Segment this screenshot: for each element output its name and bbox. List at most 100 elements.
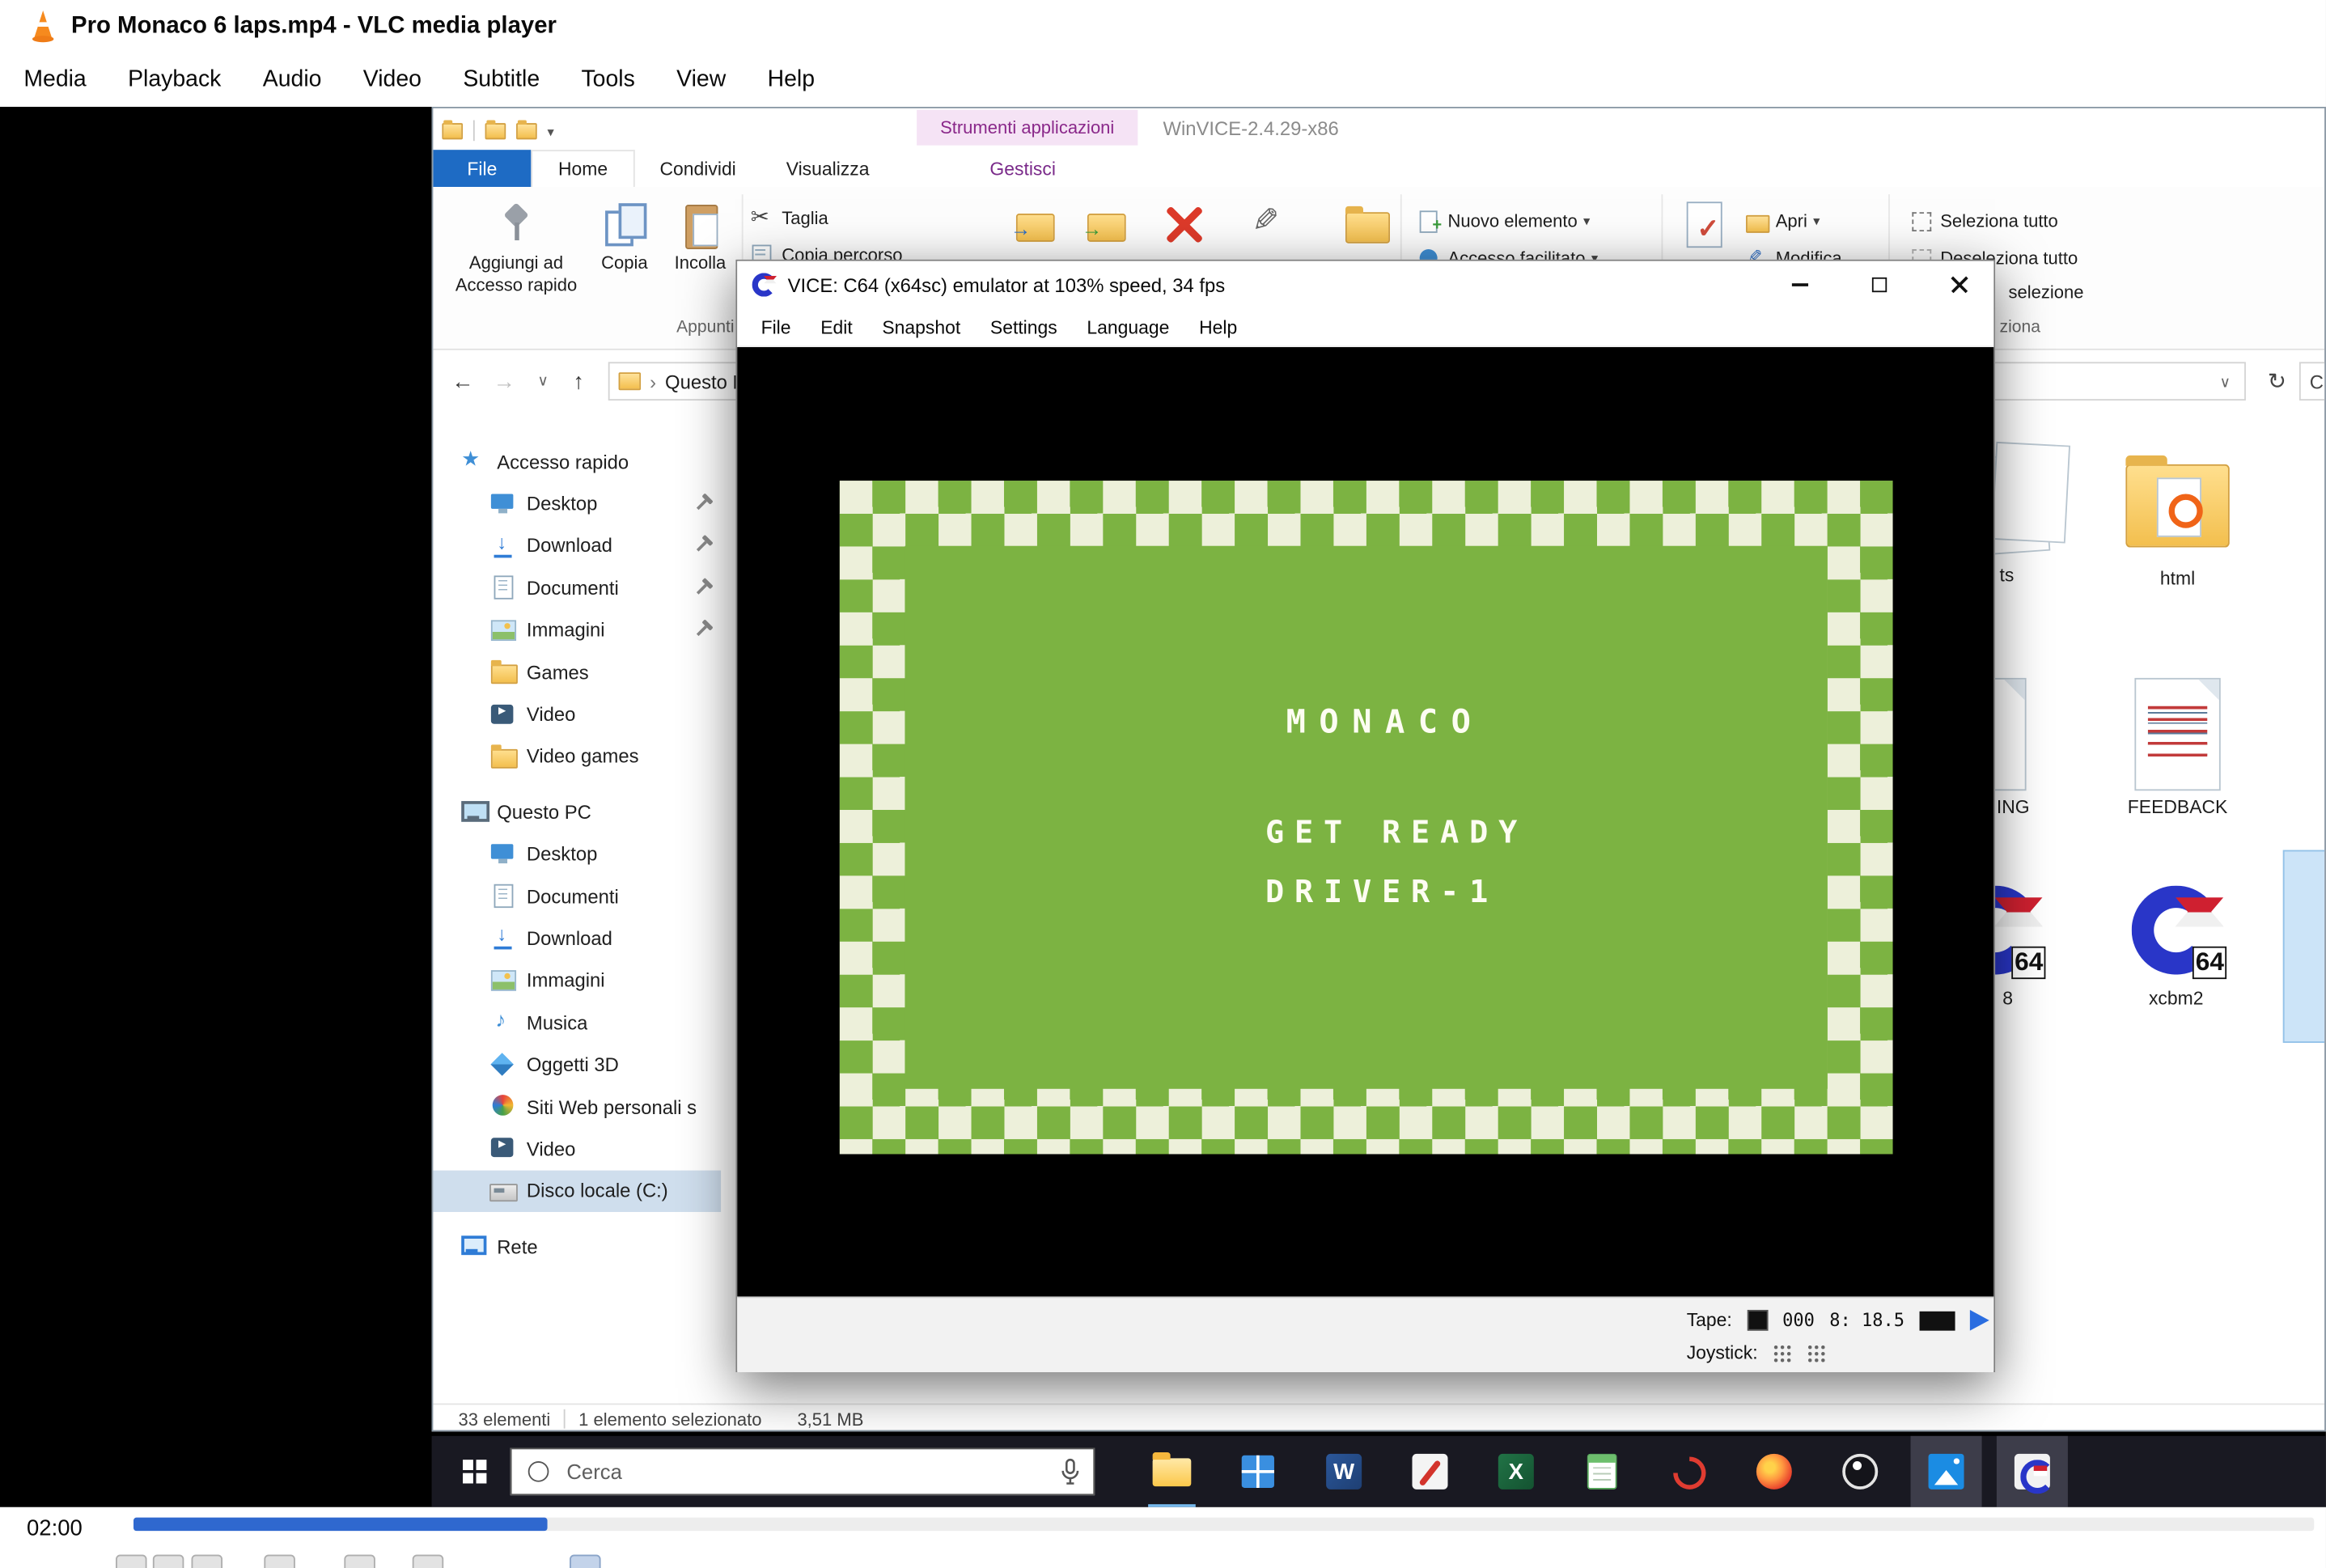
- taskbar-pen-app-button[interactable]: [1394, 1436, 1465, 1507]
- properties-shortcut-icon[interactable]: [485, 122, 506, 138]
- file-item-feedback[interactable]: FEEDBACK: [2114, 672, 2242, 818]
- tab-condividi[interactable]: Condividi: [635, 150, 761, 187]
- vlc-control-button[interactable]: [413, 1555, 444, 1568]
- taskbar-photos-button[interactable]: [1911, 1436, 1982, 1507]
- taskbar-explorer-button[interactable]: [1136, 1436, 1207, 1507]
- vlc-menu-audio[interactable]: Audio: [242, 57, 342, 104]
- file-item-selected-partial[interactable]: [2283, 850, 2326, 1043]
- file-item-html[interactable]: html: [2114, 432, 2242, 589]
- taskbar-excel-button[interactable]: [1481, 1436, 1552, 1507]
- explorer-search-box[interactable]: C: [2299, 362, 2326, 400]
- taskbar-firefox-button[interactable]: [1739, 1436, 1810, 1507]
- tape-motor-icon[interactable]: [1747, 1310, 1768, 1331]
- taskbar-app-grid-button[interactable]: [1222, 1436, 1294, 1507]
- sidebar-item-download[interactable]: Download: [433, 917, 721, 960]
- minimize-button[interactable]: [1767, 261, 1832, 307]
- up-button[interactable]: [561, 362, 596, 400]
- sidebar-item-download[interactable]: Download: [433, 525, 721, 567]
- sidebar-item-video[interactable]: Video: [433, 693, 721, 735]
- sidebar-item-label: Oggetti 3D: [527, 1053, 619, 1076]
- vlc-progress-bar[interactable]: [133, 1518, 2314, 1532]
- sidebar-item-video-games[interactable]: Video games: [433, 735, 721, 778]
- sidebar-item-disco-locale-c[interactable]: Disco locale (C:): [433, 1170, 721, 1212]
- sidebar-item-immagini[interactable]: Immagini: [433, 609, 721, 651]
- vlc-control-button[interactable]: [344, 1555, 375, 1568]
- back-button[interactable]: [445, 362, 481, 400]
- vice-menu-edit[interactable]: Edit: [806, 311, 867, 343]
- sidebar-item-immagini[interactable]: Immagini: [433, 960, 721, 1002]
- vice-menu-language[interactable]: Language: [1072, 311, 1184, 343]
- forward-button[interactable]: [486, 362, 522, 400]
- tape-counter: 000: [1782, 1310, 1815, 1331]
- item-count: 33 elementi: [459, 1409, 551, 1430]
- copy-button[interactable]: Copia: [591, 193, 659, 344]
- vlc-menu-media[interactable]: Media: [3, 57, 108, 104]
- search-text: C: [2310, 370, 2324, 392]
- maximize-button[interactable]: [1847, 261, 1913, 307]
- vice-menu-file[interactable]: File: [746, 311, 806, 343]
- vlc-menu-subtitle[interactable]: Subtitle: [443, 57, 561, 104]
- cut-button[interactable]: Taglia: [751, 201, 828, 234]
- invert-selection-button[interactable]: selezione: [2009, 282, 2084, 303]
- breadcrumb-separator-icon: ›: [650, 370, 656, 392]
- taskbar-search-box[interactable]: [511, 1447, 1095, 1495]
- vlc-control-button[interactable]: [570, 1555, 601, 1568]
- recent-locations-button[interactable]: [525, 362, 561, 400]
- tab-visualizza[interactable]: Visualizza: [761, 150, 895, 187]
- taskbar-notepad-button[interactable]: [1566, 1436, 1638, 1507]
- vice-menu-help[interactable]: Help: [1184, 311, 1252, 343]
- vlc-menu-video[interactable]: Video: [342, 57, 443, 104]
- vlc-control-button[interactable]: [116, 1555, 147, 1568]
- qat-customize-button[interactable]: [548, 117, 554, 144]
- open-button[interactable]: Apri: [1744, 205, 1820, 237]
- vlc-control-button[interactable]: [264, 1555, 295, 1568]
- tab-file[interactable]: File: [433, 150, 531, 187]
- taskbar-word-button[interactable]: [1308, 1436, 1379, 1507]
- pin-to-quick-access-button[interactable]: Aggiungi ad Accesso rapido: [447, 193, 586, 344]
- new-item-button[interactable]: Nuovo elemento: [1417, 205, 1590, 237]
- taskbar-vice-button[interactable]: [1997, 1436, 2068, 1507]
- excel-icon: [1498, 1454, 1534, 1490]
- sidebar-item-accesso-rapido[interactable]: Accesso rapido: [433, 441, 721, 483]
- vlc-video-area[interactable]: Strumenti applicazioni WinVICE-2.4.29-x8…: [0, 107, 2326, 1507]
- vice-titlebar[interactable]: VICE: C64 (x64sc) emulator at 103% speed…: [737, 261, 1993, 309]
- delete-x-icon: [1159, 199, 1209, 249]
- sidebar-item-games[interactable]: Games: [433, 651, 721, 693]
- tab-home[interactable]: Home: [531, 150, 634, 187]
- search-input[interactable]: [564, 1458, 1061, 1485]
- notepad-icon: [1587, 1454, 1617, 1490]
- sidebar-item-video[interactable]: Video: [433, 1128, 721, 1170]
- start-button[interactable]: [439, 1436, 511, 1507]
- vlc-control-button[interactable]: [153, 1555, 184, 1568]
- taskbar-obs-button[interactable]: [1824, 1436, 1896, 1507]
- sidebar-item-musica[interactable]: Musica: [433, 1002, 721, 1044]
- vlc-menu-view[interactable]: View: [655, 57, 746, 104]
- vlc-menu-tools[interactable]: Tools: [561, 57, 656, 104]
- sidebar-item-documenti[interactable]: Documenti: [433, 875, 721, 917]
- close-button[interactable]: [1927, 261, 1993, 307]
- sidebar-item-oggetti-3d[interactable]: Oggetti 3D: [433, 1044, 721, 1086]
- microphone-icon[interactable]: [1061, 1457, 1080, 1485]
- sidebar-item-desktop[interactable]: Desktop: [433, 833, 721, 875]
- sidebar-item-desktop[interactable]: Desktop: [433, 483, 721, 525]
- vlc-menu-help[interactable]: Help: [747, 57, 836, 104]
- new-folder-shortcut-icon[interactable]: [516, 122, 537, 138]
- taskbar-red-swoosh-button[interactable]: [1653, 1436, 1724, 1507]
- vlc-menu-playback[interactable]: Playback: [107, 57, 242, 104]
- sidebar-item-questo-pc[interactable]: Questo PC: [433, 790, 721, 833]
- refresh-button[interactable]: [2260, 363, 2293, 399]
- tab-gestisci[interactable]: Gestisci: [960, 150, 1086, 187]
- select-all-button[interactable]: Seleziona tutto: [1909, 205, 2058, 237]
- vice-menu-settings[interactable]: Settings: [976, 311, 1072, 343]
- sidebar-item-siti-web-personali-s[interactable]: Siti Web personali s: [433, 1086, 721, 1128]
- vlc-control-button[interactable]: [192, 1555, 223, 1568]
- sidebar-item-rete[interactable]: Rete: [433, 1226, 721, 1268]
- folder-icon[interactable]: [442, 122, 463, 138]
- sidebar-item-documenti[interactable]: Documenti: [433, 567, 721, 609]
- vice-menu-snapshot[interactable]: Snapshot: [867, 311, 976, 343]
- file-item-xcbm2[interactable]: 64 xcbm2: [2095, 886, 2258, 1009]
- sidebar-item-label: Video: [527, 1138, 576, 1160]
- address-dropdown-button[interactable]: [2212, 370, 2239, 396]
- desktop-icon: [489, 842, 516, 866]
- scissors-icon: [751, 208, 774, 229]
